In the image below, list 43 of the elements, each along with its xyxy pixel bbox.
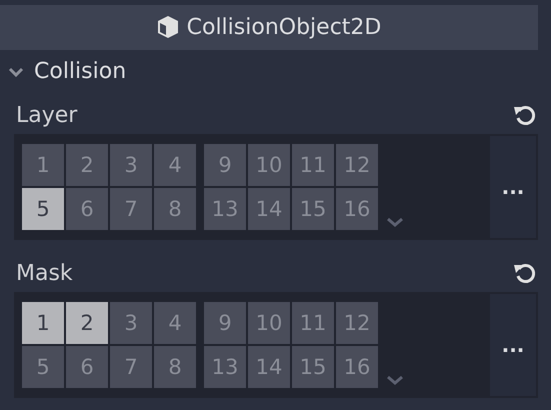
- layer-bit-toggle[interactable]: 7: [110, 346, 152, 388]
- layer-bit-toggle[interactable]: 10: [248, 302, 290, 344]
- layer-bit-toggle[interactable]: 16: [336, 188, 378, 230]
- collision-section-header[interactable]: Collision: [0, 50, 538, 94]
- layer-bit-toggle[interactable]: 9: [204, 144, 246, 186]
- layer-bit-toggle[interactable]: 10: [248, 144, 290, 186]
- layer-bit-toggle[interactable]: 8: [154, 188, 196, 230]
- layer-bit-toggle[interactable]: 11: [292, 144, 334, 186]
- property-label: Mask: [16, 260, 73, 286]
- layer-bit-toggle[interactable]: 13: [204, 188, 246, 230]
- layer-bit-toggle[interactable]: 7: [110, 188, 152, 230]
- layer-bit-toggle[interactable]: 8: [154, 346, 196, 388]
- layer-bit-toggle[interactable]: 14: [248, 188, 290, 230]
- property-label: Layer: [16, 102, 78, 128]
- cube-icon: [156, 15, 179, 40]
- layer-bit-toggle[interactable]: 6: [66, 346, 108, 388]
- layer-bit-toggle[interactable]: 3: [110, 302, 152, 344]
- layer-bit-toggle[interactable]: 1: [22, 144, 64, 186]
- more-button[interactable]: ...: [490, 136, 536, 238]
- layer-bit-toggle[interactable]: 13: [204, 346, 246, 388]
- chevron-down-icon[interactable]: [386, 374, 404, 386]
- more-button[interactable]: ...: [490, 294, 536, 396]
- layer-bit-toggle[interactable]: 5: [22, 188, 64, 230]
- layer-bit-toggle[interactable]: 12: [336, 144, 378, 186]
- chevron-down-icon[interactable]: [386, 216, 404, 228]
- chevron-down-icon: [8, 66, 24, 78]
- layer-bit-toggle[interactable]: 3: [110, 144, 152, 186]
- layer-bit-toggle[interactable]: 6: [66, 188, 108, 230]
- layer-bit-toggle[interactable]: 15: [292, 346, 334, 388]
- layer-bit-toggle[interactable]: 16: [336, 346, 378, 388]
- class-title: CollisionObject2D: [186, 14, 382, 40]
- layer-bit-toggle[interactable]: 2: [66, 302, 108, 344]
- layer-bit-toggle[interactable]: 11: [292, 302, 334, 344]
- layer-bit-toggle[interactable]: 5: [22, 346, 64, 388]
- layer-bit-toggle[interactable]: 4: [154, 302, 196, 344]
- layer-bit-toggle[interactable]: 2: [66, 144, 108, 186]
- layer-bit-toggle[interactable]: 14: [248, 346, 290, 388]
- layer-bit-toggle[interactable]: 9: [204, 302, 246, 344]
- layer-bit-toggle[interactable]: 1: [22, 302, 64, 344]
- layer-bit-toggle[interactable]: 4: [154, 144, 196, 186]
- layer-bit-toggle[interactable]: 12: [336, 302, 378, 344]
- section-title: Collision: [34, 59, 126, 84]
- layer-bit-toggle[interactable]: 15: [292, 188, 334, 230]
